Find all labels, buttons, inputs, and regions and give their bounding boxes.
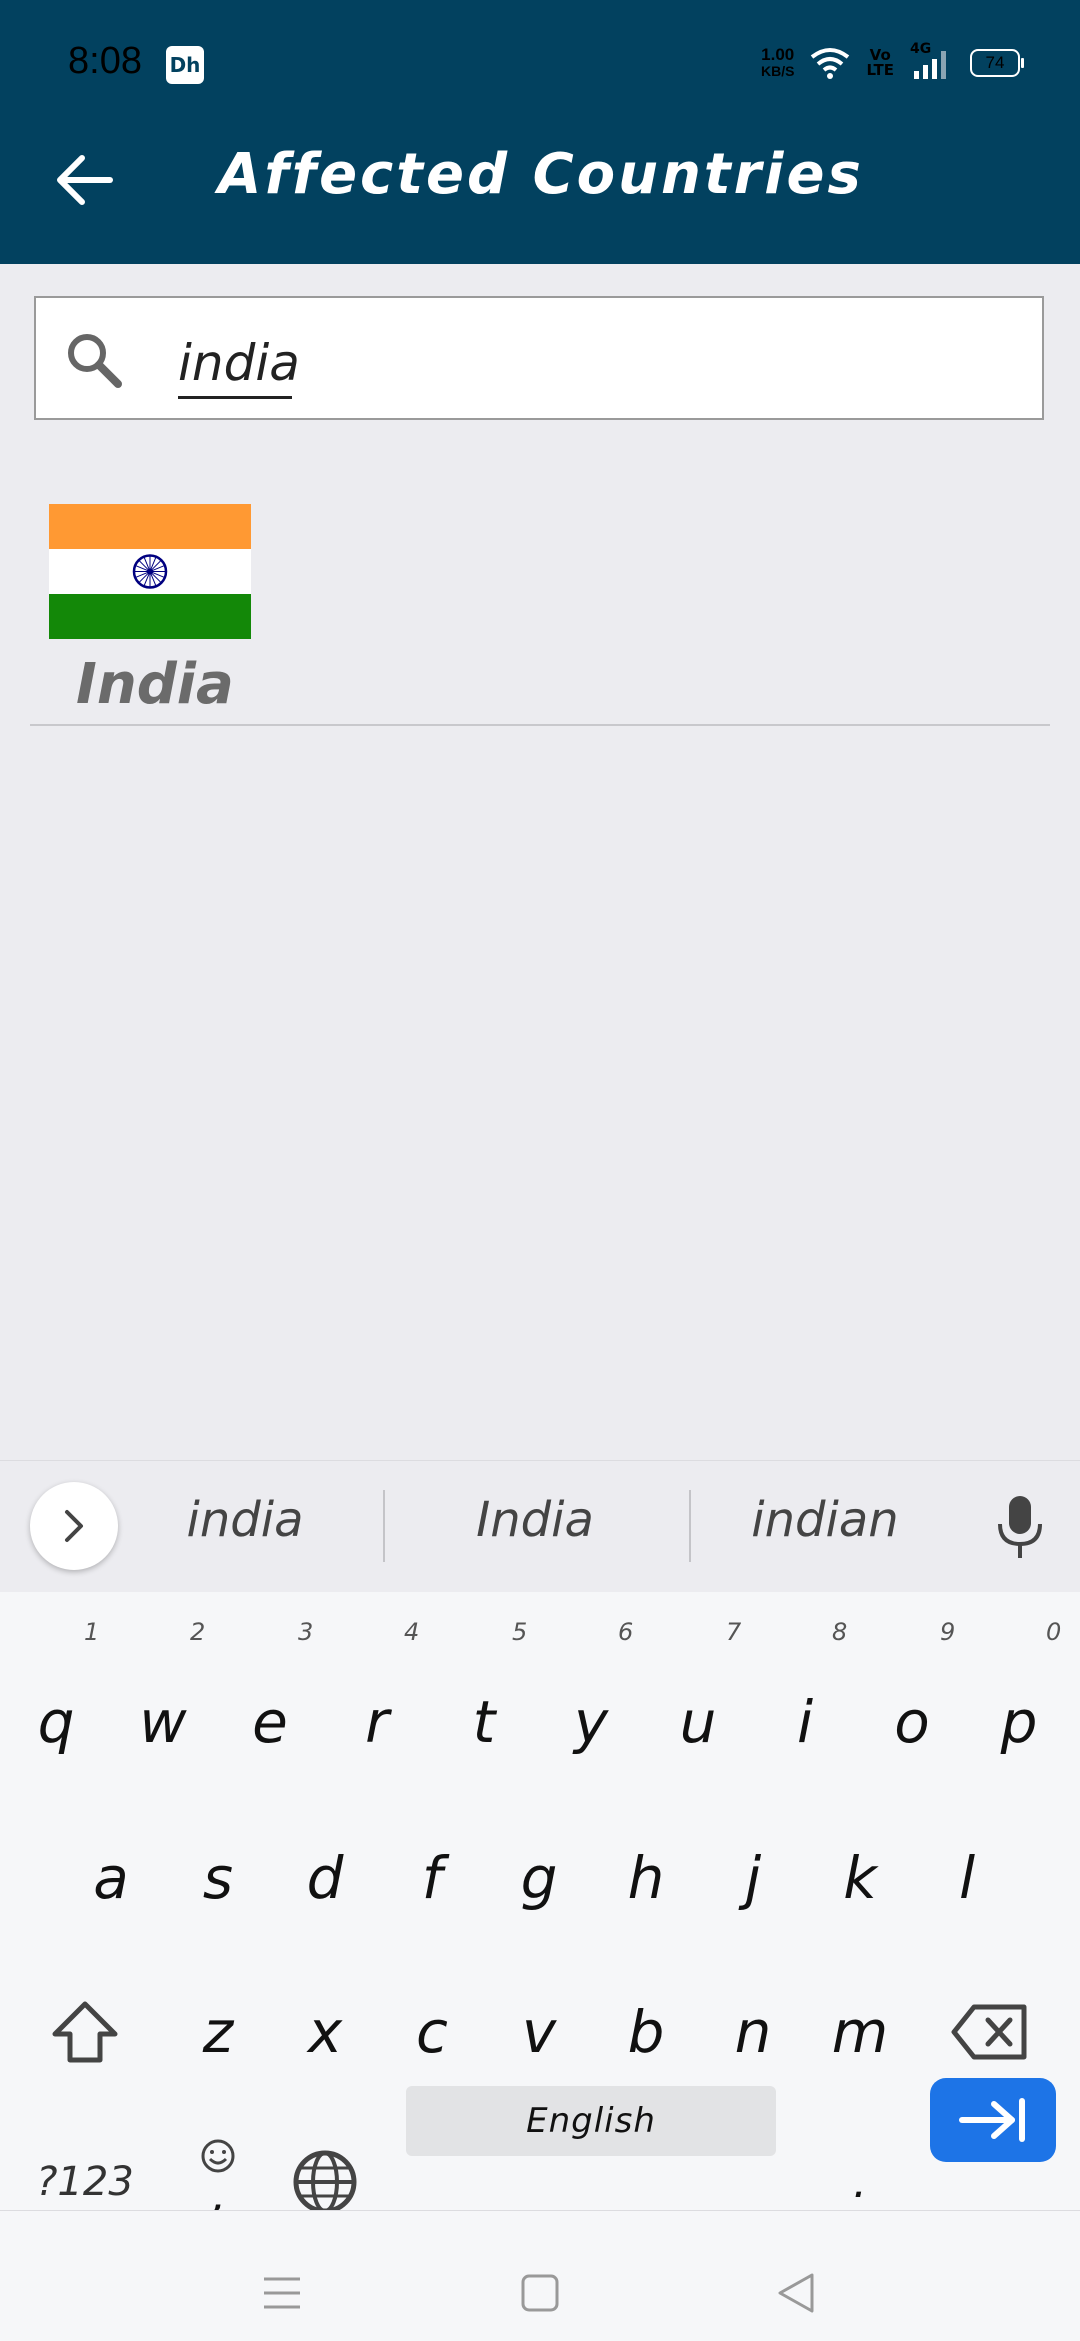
keyboard-expand-button[interactable]	[30, 1482, 118, 1570]
country-name: India	[76, 652, 234, 717]
key-m[interactable]: m	[810, 1972, 910, 2092]
volte-indicator: Vo LTE	[866, 46, 894, 79]
key-x[interactable]: x	[275, 1972, 375, 2092]
key-g[interactable]: g	[489, 1818, 589, 1938]
key-u[interactable]: u	[648, 1662, 748, 1782]
key-n[interactable]: n	[703, 1972, 803, 2092]
key-r[interactable]: r	[327, 1662, 427, 1782]
network-speed: 1.00 KB/S	[760, 45, 795, 79]
key-b[interactable]: b	[596, 1972, 696, 2092]
key-w[interactable]: w	[113, 1662, 213, 1782]
status-time: 8:08	[68, 40, 142, 82]
arrow-left-icon	[57, 155, 113, 205]
key-s[interactable]: s	[168, 1818, 268, 1938]
key-i[interactable]: i	[755, 1662, 855, 1782]
key-hint: 4	[404, 1618, 420, 1646]
search-icon	[68, 334, 122, 388]
divider	[30, 724, 1050, 726]
key-y[interactable]: y	[541, 1662, 641, 1782]
key-h[interactable]: h	[596, 1818, 696, 1938]
microphone-icon[interactable]	[990, 1494, 1050, 1560]
key-j[interactable]: j	[703, 1818, 803, 1938]
key-c[interactable]: c	[382, 1972, 482, 2092]
key-hint: 0	[1046, 1618, 1062, 1646]
chevron-right-icon	[65, 1510, 83, 1542]
globe-icon	[293, 2150, 357, 2214]
wifi-icon	[811, 48, 850, 79]
key-e[interactable]: e	[220, 1662, 320, 1782]
key-q[interactable]: q	[6, 1662, 106, 1782]
key-hint: 8	[832, 1618, 848, 1646]
menu-icon[interactable]	[262, 2275, 302, 2311]
shift-key[interactable]	[35, 1972, 135, 2092]
page-title: Affected Countries	[218, 142, 864, 207]
key-hint: 3	[298, 1618, 314, 1646]
key-d[interactable]: d	[275, 1818, 375, 1938]
key-hint: 6	[618, 1618, 634, 1646]
key-hint: 9	[940, 1618, 956, 1646]
smiley-icon	[201, 2139, 235, 2173]
key-t[interactable]: t	[434, 1662, 534, 1782]
backspace-icon	[951, 2004, 1027, 2060]
key-f[interactable]: f	[382, 1818, 482, 1938]
key-l[interactable]: l	[917, 1818, 1017, 1938]
key-v[interactable]: v	[489, 1972, 589, 2092]
home-icon[interactable]	[520, 2273, 560, 2313]
back-button[interactable]	[50, 150, 120, 210]
system-navigation-bar	[0, 2210, 1080, 2341]
key-hint: 5	[512, 1618, 528, 1646]
search-input[interactable]	[178, 330, 998, 396]
shift-icon	[52, 2001, 118, 2063]
tab-arrow-icon	[959, 2098, 1025, 2142]
cellular-signal-icon: 4G	[910, 41, 954, 83]
suggestion-divider	[383, 1490, 385, 1562]
notification-app-icon: Dh	[166, 46, 204, 84]
key-hint: 7	[726, 1618, 742, 1646]
back-nav-icon[interactable]	[776, 2271, 816, 2315]
suggestion-1[interactable]: india	[150, 1492, 340, 1562]
battery-indicator: 74	[970, 49, 1024, 77]
suggestion-3[interactable]: indian	[730, 1492, 920, 1562]
key-hint: 2	[190, 1618, 206, 1646]
status-indicators: 1.00 KB/S Vo LTE 4G 74	[760, 40, 1024, 86]
key-p[interactable]: p	[969, 1662, 1069, 1782]
key-hint: 1	[84, 1618, 100, 1646]
suggestion-2[interactable]: India	[440, 1492, 630, 1562]
backspace-key[interactable]	[940, 1972, 1040, 2092]
key-a[interactable]: a	[61, 1818, 161, 1938]
key-z[interactable]: z	[168, 1972, 268, 2092]
india-flag-image	[49, 504, 251, 639]
key-k[interactable]: k	[810, 1818, 910, 1938]
space-bar[interactable]: English	[406, 2086, 776, 2156]
composing-underline	[178, 396, 292, 399]
key-o[interactable]: o	[862, 1662, 962, 1782]
enter-key[interactable]	[930, 2078, 1056, 2162]
suggestion-divider	[689, 1490, 691, 1562]
